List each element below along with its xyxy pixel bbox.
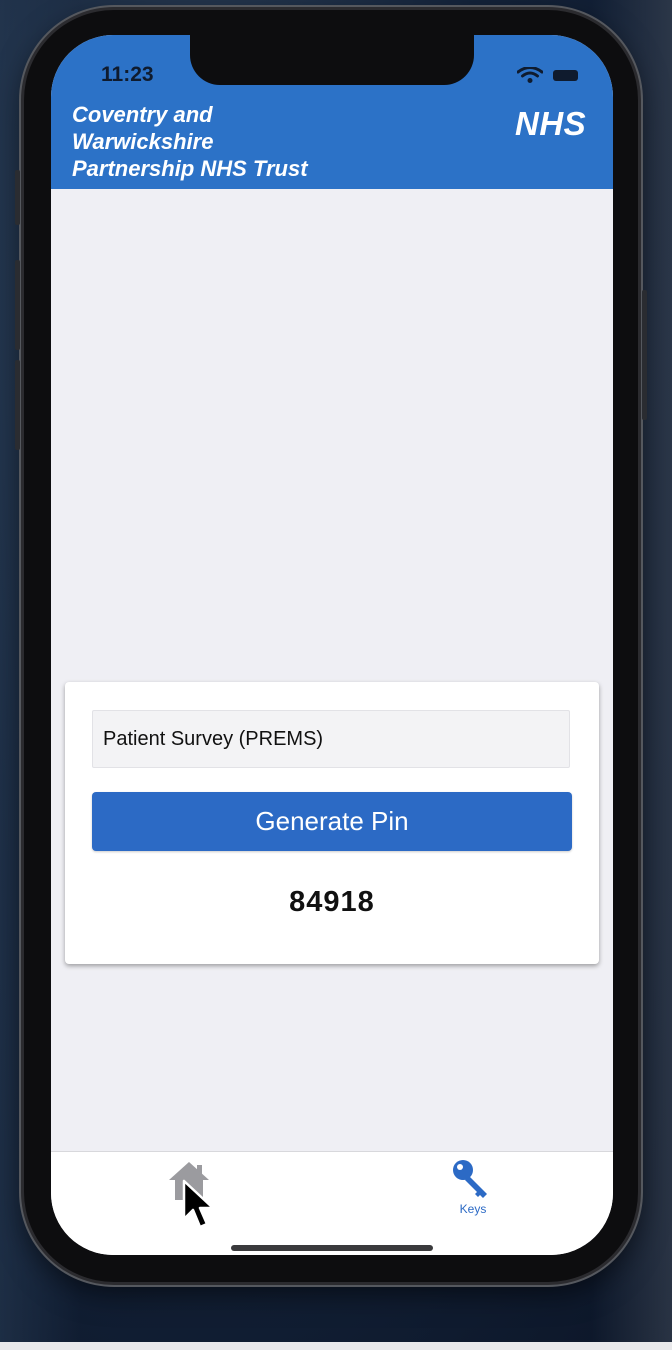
app-header: 11:23 Coventry and Warwickshire Partners… [51,35,613,189]
home-indicator [231,1245,433,1251]
survey-select[interactable]: Patient Survey (PREMS) [92,710,570,768]
tab-keys[interactable]: Keys [443,1156,503,1218]
tab-bar: Keys [51,1151,613,1255]
main-content: Patient Survey (PREMS) Generate Pin 8491… [51,189,613,1151]
phone-frame: 11:23 Coventry and Warwickshire Partners… [15,10,647,1282]
organization-name: Coventry and Warwickshire Partnership NH… [72,102,308,181]
generated-pin: 84918 [289,886,375,918]
volume-up-button [15,260,20,350]
tab-keys-label: Keys [459,1202,487,1216]
key-icon [453,1160,487,1198]
device-notch [190,35,474,85]
volume-down-button [15,360,20,450]
power-button [642,290,647,420]
mute-switch [15,170,20,225]
pin-card: Patient Survey (PREMS) Generate Pin 8491… [65,682,599,964]
status-time: 11:23 [101,63,154,86]
battery-icon [553,70,578,81]
nhs-logo: NHS [515,105,587,142]
mouse-cursor-icon [182,1179,215,1229]
generate-pin-button[interactable]: Generate Pin [92,792,572,851]
app-screen: 11:23 Coventry and Warwickshire Partners… [51,35,613,1255]
bottom-strip [0,1342,672,1350]
wifi-icon [517,67,543,83]
